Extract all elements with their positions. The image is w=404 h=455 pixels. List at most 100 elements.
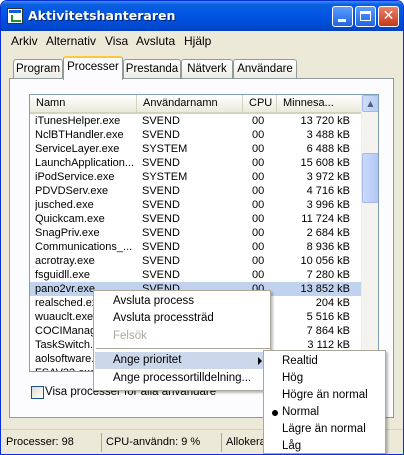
submenu-arrow-icon <box>258 357 262 365</box>
tab-processer[interactable]: Processer <box>63 56 123 80</box>
process-user: SVEND <box>142 157 180 169</box>
process-name: fsguidll.exe <box>35 269 91 281</box>
process-user: SVEND <box>142 185 180 197</box>
priority-low[interactable]: Låg <box>265 438 385 454</box>
table-row[interactable]: Communications_... SVEND 00 8 936 kB <box>30 240 362 254</box>
table-row[interactable]: Quickcam.exe SVEND 00 11 724 kB <box>30 212 362 226</box>
process-memory: 15 608 kB <box>300 157 350 169</box>
menu-item-set-affinity[interactable]: Ange processortilldelning... <box>95 370 270 387</box>
table-row[interactable]: SnagPriv.exe SVEND 00 2 684 kB <box>30 226 362 240</box>
tab-natverk[interactable]: Nätverk <box>181 59 233 79</box>
title-bar[interactable]: Aktivitetshanteraren ✕ <box>1 1 403 31</box>
process-memory: 10 056 kB <box>300 255 350 267</box>
menu-item-debug: Felsök <box>113 330 147 342</box>
close-button[interactable]: ✕ <box>378 6 399 27</box>
process-memory: 7 864 kB <box>306 325 350 337</box>
process-cpu: 00 <box>252 255 265 267</box>
set-priority-label: Ange prioritet <box>113 354 182 366</box>
process-name: NclBTHandler.exe <box>35 129 124 141</box>
tab-program[interactable]: Program <box>13 59 63 79</box>
column-cpu[interactable]: CPU <box>243 95 277 112</box>
menu-arkiv[interactable]: Arkiv <box>9 34 40 48</box>
process-user: SVEND <box>142 115 180 127</box>
process-memory: 3 488 kB <box>306 129 350 141</box>
process-user: SYSTEM <box>142 171 188 183</box>
menu-avsluta[interactable]: Avsluta <box>134 34 177 48</box>
priority-below-normal[interactable]: Lägre än normal <box>265 421 385 438</box>
process-memory: 8 936 kB <box>306 241 350 253</box>
process-user: SVEND <box>142 199 180 211</box>
context-menu: Avsluta process Avsluta processträd Fels… <box>93 290 271 391</box>
process-name: iTunesHelper.exe <box>35 115 121 127</box>
process-name: jusched.exe <box>35 199 94 211</box>
process-user: SVEND <box>142 129 180 141</box>
vertical-scrollbar[interactable]: ▲ <box>361 95 378 371</box>
table-row[interactable]: LaunchApplication... SVEND 00 15 608 kB <box>30 156 362 170</box>
process-name: Quickcam.exe <box>35 213 105 225</box>
scroll-up-button[interactable]: ▲ <box>362 95 378 112</box>
process-user: SVEND <box>142 241 180 253</box>
menu-item-set-priority[interactable]: Ange prioritet <box>95 352 270 369</box>
status-processes: Processer: 98 <box>6 436 74 448</box>
process-cpu: 00 <box>252 115 265 127</box>
table-row[interactable]: iPodService.exe SYSTEM 00 3 972 kB <box>30 170 362 184</box>
priority-normal[interactable]: Normal <box>265 404 385 421</box>
process-name: LaunchApplication... <box>35 157 135 169</box>
column-name[interactable]: Namn <box>30 95 137 112</box>
process-cpu: 00 <box>252 241 265 253</box>
process-cpu: 00 <box>252 171 265 183</box>
process-cpu: 00 <box>252 129 265 141</box>
tab-anvandare[interactable]: Användare <box>233 59 297 79</box>
menu-alternativ[interactable]: Alternativ <box>44 34 98 48</box>
process-memory: 6 488 kB <box>306 143 350 155</box>
process-name: iPodService.exe <box>35 171 115 183</box>
table-row[interactable]: ServiceLayer.exe SYSTEM 00 6 488 kB <box>30 142 362 156</box>
process-memory: 3 972 kB <box>306 171 350 183</box>
priority-high[interactable]: Hög <box>265 370 385 387</box>
menu-hjalp[interactable]: Hjälp <box>182 34 213 48</box>
task-manager-icon <box>7 8 23 24</box>
process-user: SVEND <box>142 255 180 267</box>
column-username[interactable]: Användarnamn <box>137 95 243 112</box>
process-user: SVEND <box>142 227 180 239</box>
table-row[interactable]: acrotray.exe SVEND 00 10 056 kB <box>30 254 362 268</box>
tab-strip: Program Processer Prestanda Nätverk Anvä… <box>1 55 403 80</box>
tab-prestanda[interactable]: Prestanda <box>123 59 181 79</box>
table-row[interactable]: fsguidll.exe SVEND 00 7 280 kB <box>30 268 362 282</box>
process-memory: 4 716 kB <box>306 185 350 197</box>
show-all-processes-checkbox[interactable] <box>31 386 44 399</box>
maximize-icon <box>360 11 371 21</box>
process-user: SVEND <box>142 213 180 225</box>
process-memory: 2 684 kB <box>306 227 350 239</box>
process-cpu: 00 <box>252 143 265 155</box>
minimize-icon <box>338 19 346 22</box>
process-name: ServiceLayer.exe <box>35 143 120 155</box>
column-memory[interactable]: Minnesa... <box>277 95 362 112</box>
priority-above-normal[interactable]: Högre än normal <box>265 387 385 404</box>
table-row[interactable]: iTunesHelper.exe SVEND 00 13 720 kB <box>30 114 362 128</box>
list-header: Namn Användarnamn CPU Minnesa... <box>30 95 362 114</box>
process-name: PDVDServ.exe <box>35 185 109 197</box>
table-row[interactable]: jusched.exe SVEND 00 3 996 kB <box>30 198 362 212</box>
priority-submenu: Realtid Hög Högre än normal Normal Lägre… <box>263 350 386 454</box>
priority-realtime[interactable]: Realtid <box>265 353 385 370</box>
menu-item-end-process[interactable]: Avsluta process <box>95 293 270 310</box>
menu-item-end-process-tree[interactable]: Avsluta processträd <box>95 310 270 327</box>
process-memory: 5 516 kB <box>306 311 350 323</box>
process-memory: 13 720 kB <box>300 115 350 127</box>
minimize-button[interactable] <box>332 6 353 27</box>
process-cpu: 00 <box>252 213 265 225</box>
menu-visa[interactable]: Visa <box>103 34 130 48</box>
menu-bar: Arkiv Alternativ Visa Avsluta Hjälp <box>1 31 403 51</box>
window-title: Aktivitetshanteraren <box>28 8 176 23</box>
process-cpu: 00 <box>252 185 265 197</box>
selected-radio-icon <box>272 410 278 416</box>
table-row[interactable]: PDVDServ.exe SVEND 00 4 716 kB <box>30 184 362 198</box>
table-row[interactable]: NclBTHandler.exe SVEND 00 3 488 kB <box>30 128 362 142</box>
process-name: SnagPriv.exe <box>35 227 100 239</box>
maximize-button[interactable] <box>355 6 376 27</box>
scroll-thumb[interactable] <box>362 153 378 203</box>
process-memory: 11 724 kB <box>301 213 350 225</box>
process-name: Communications_... <box>35 241 133 253</box>
process-memory: 204 kB <box>315 297 350 309</box>
